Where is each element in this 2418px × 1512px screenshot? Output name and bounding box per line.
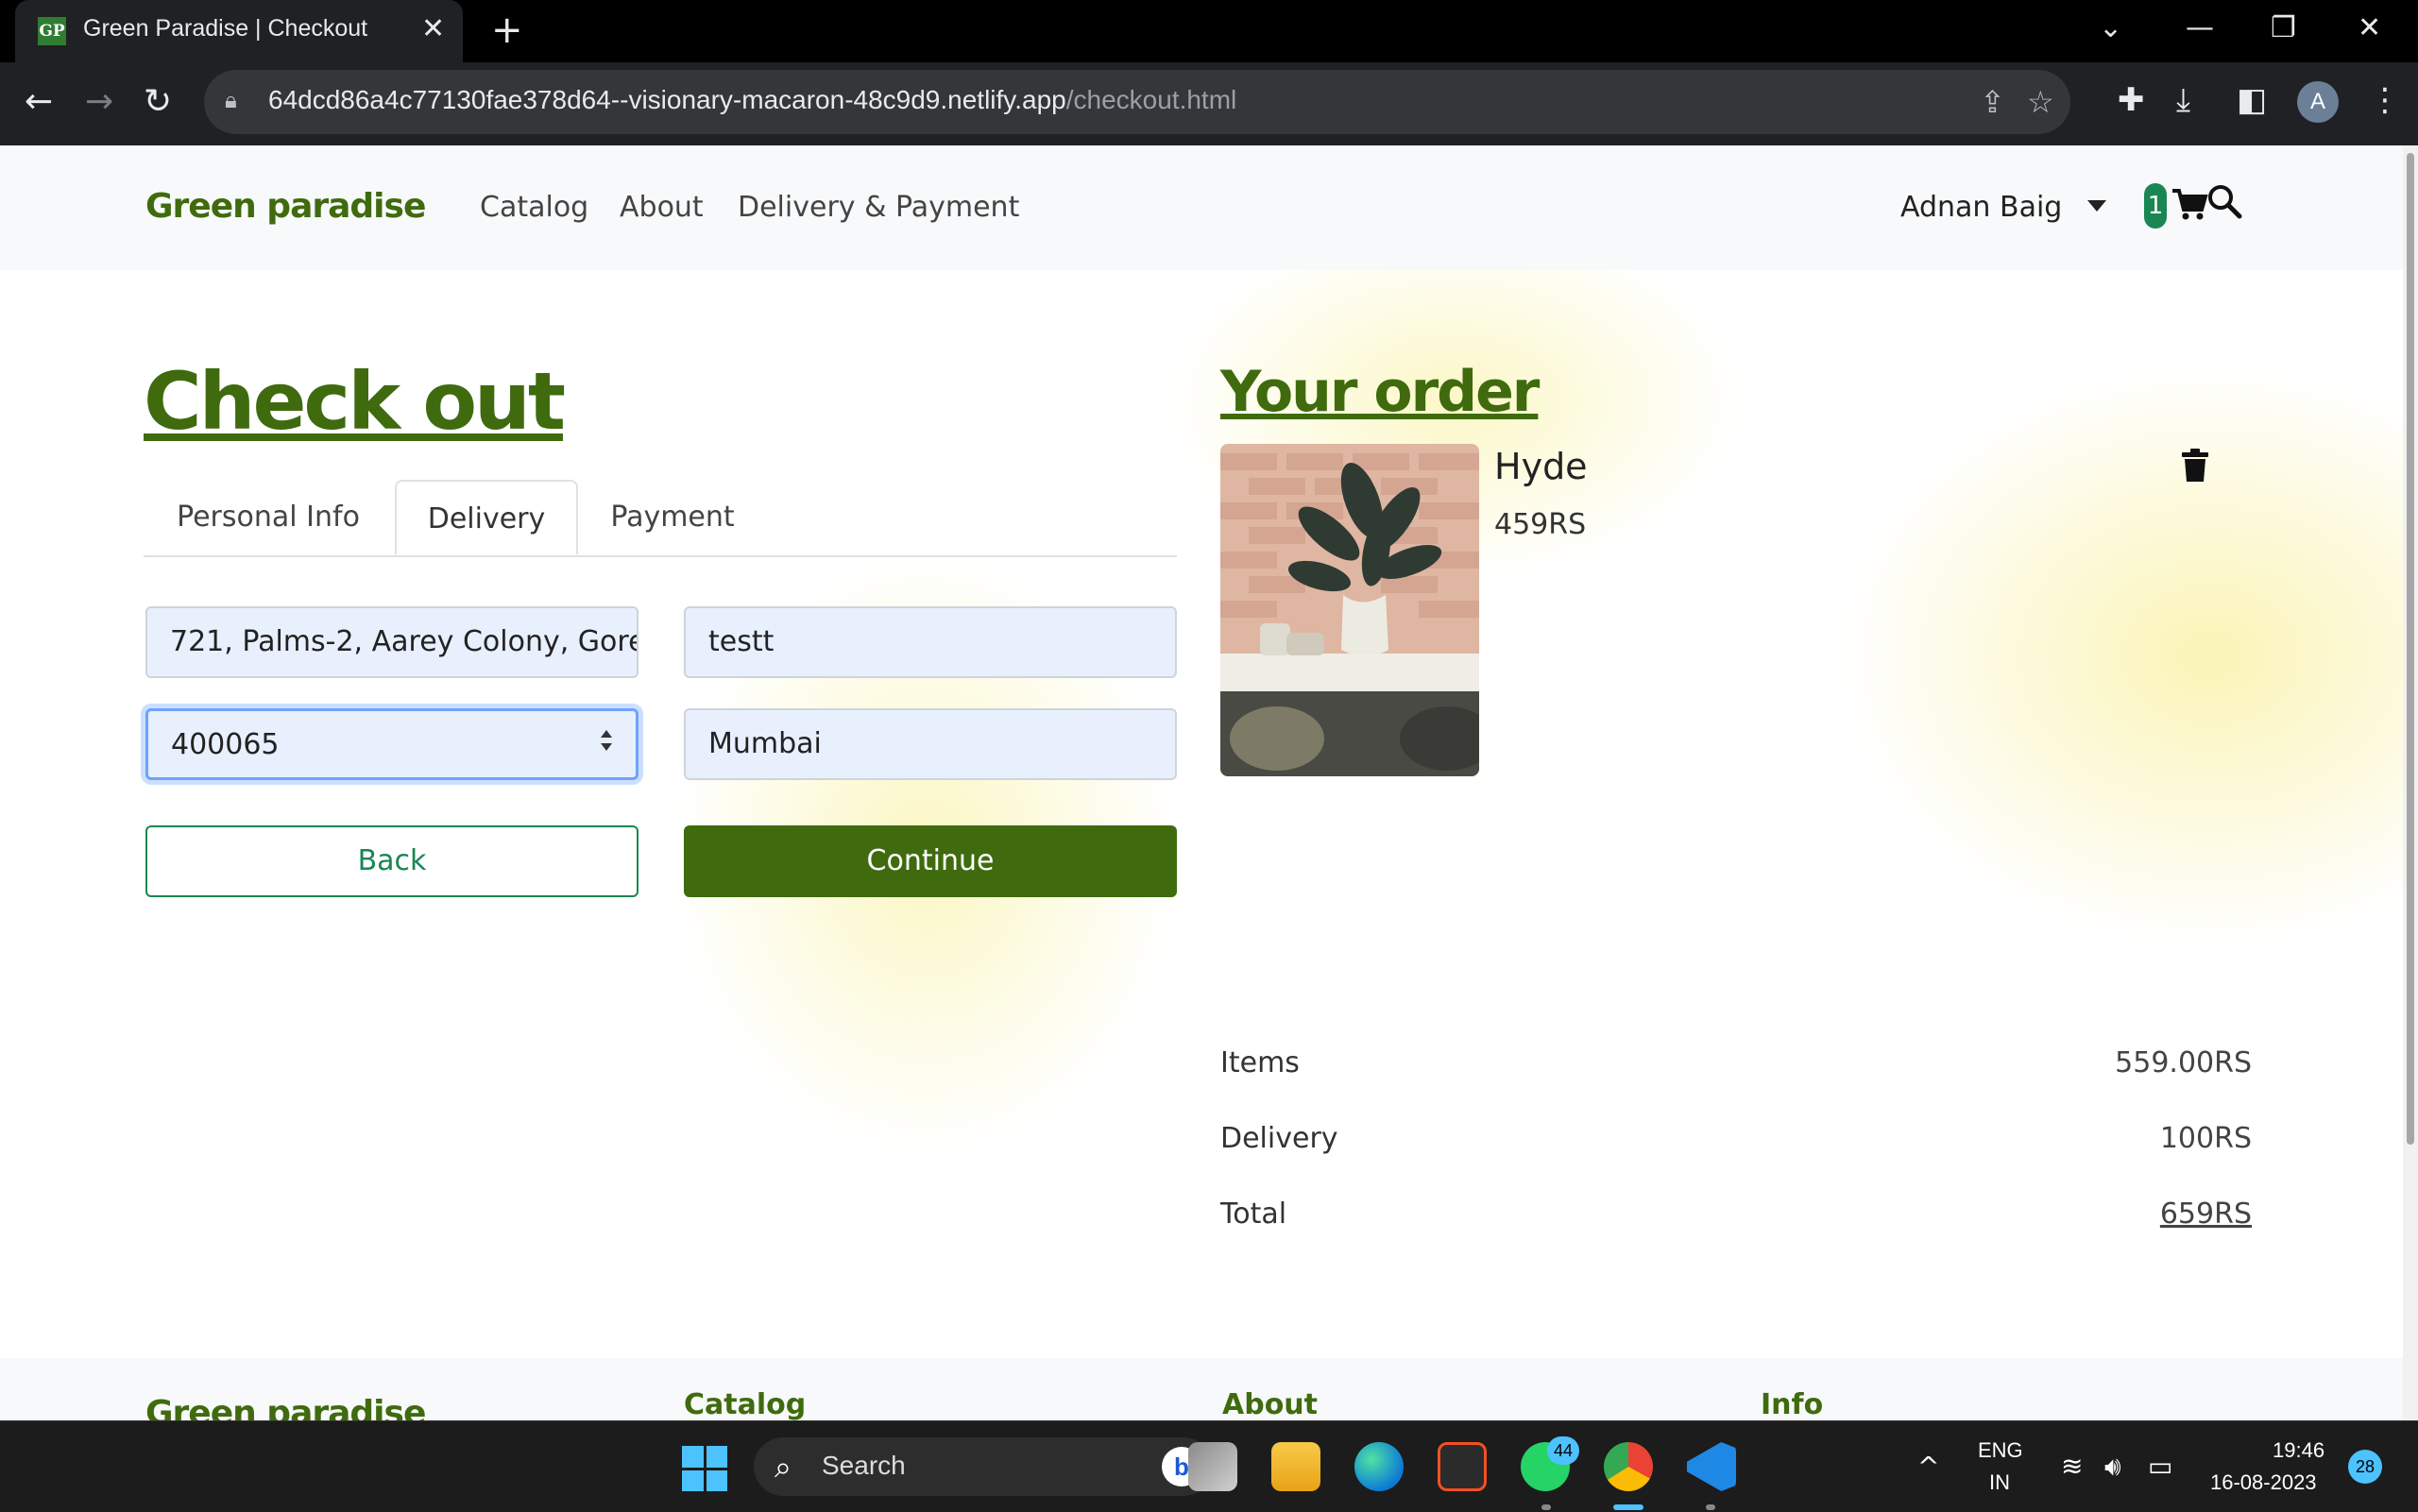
product-price: 459RS: [1494, 508, 1587, 541]
address-field[interactable]: 721, Palms-2, Aarey Colony, Goregaon: [145, 606, 639, 678]
side-panel-icon[interactable]: ◧: [2237, 79, 2267, 121]
dropdown-caret-icon[interactable]: [2087, 200, 2106, 212]
product-image[interactable]: [1220, 444, 1479, 776]
new-tab-icon[interactable]: +: [491, 9, 523, 51]
continue-button[interactable]: Continue: [684, 825, 1177, 897]
close-window-icon[interactable]: ✕: [2358, 11, 2381, 45]
order-title: Your order: [1220, 359, 1540, 425]
tab-title: Green Paradise | Checkout: [83, 15, 368, 42]
summary-total-value: 659RS: [2159, 1198, 2252, 1231]
pincode-field[interactable]: 400065: [145, 708, 639, 780]
site-footer: Green paradise Catalog About Info: [0, 1358, 2403, 1420]
cart-count-badge: 1: [2144, 183, 2167, 229]
site-favicon-icon: GP: [38, 17, 66, 45]
city-field[interactable]: Mumbai: [684, 708, 1177, 780]
tray-chevron-icon[interactable]: ^: [1917, 1450, 1939, 1484]
minimize-icon[interactable]: —: [2186, 11, 2214, 45]
microsoft-store-icon[interactable]: [1438, 1442, 1487, 1491]
taskbar-search-text: Search: [822, 1451, 906, 1480]
battery-icon[interactable]: ▭: [2148, 1450, 2172, 1484]
checkout-tabs: Personal Info Delivery Payment: [144, 480, 1177, 557]
scrollbar-thumb[interactable]: [2407, 153, 2414, 1145]
extensions-icon[interactable]: ✚: [2118, 79, 2145, 121]
nav-about[interactable]: About: [620, 191, 704, 224]
summary-delivery-value: 100RS: [2159, 1122, 2252, 1155]
volume-icon[interactable]: 🔊︎: [2104, 1450, 2121, 1484]
back-arrow-icon[interactable]: ←: [25, 81, 53, 123]
whatsapp-badge: 44: [1547, 1436, 1579, 1465]
pincode-value: 400065: [171, 728, 280, 761]
share-icon[interactable]: ⇪: [1980, 83, 2005, 121]
nav-catalog[interactable]: Catalog: [480, 191, 588, 224]
forward-arrow-icon[interactable]: →: [85, 81, 113, 123]
clock-time[interactable]: 19:46: [2273, 1438, 2324, 1463]
back-button[interactable]: Back: [145, 825, 639, 897]
site-header: Green paradise Catalog About Delivery & …: [0, 145, 2403, 270]
restore-icon[interactable]: ❐: [2271, 11, 2296, 45]
file-explorer-icon[interactable]: [1271, 1442, 1320, 1491]
notification-badge[interactable]: 28: [2348, 1450, 2382, 1484]
chrome-icon[interactable]: [1604, 1442, 1653, 1491]
reload-icon[interactable]: ↻: [144, 81, 172, 123]
cart-icon[interactable]: [2171, 185, 2208, 223]
page-scrollbar[interactable]: [2403, 145, 2418, 1420]
clock-date[interactable]: 16-08-2023: [2210, 1470, 2317, 1495]
task-view-icon[interactable]: [1188, 1442, 1237, 1491]
footer-catalog-heading: Catalog: [684, 1388, 807, 1420]
nav-delivery-payment[interactable]: Delivery & Payment: [738, 191, 1019, 224]
tab-search-chevron-icon[interactable]: ⌄: [2099, 11, 2122, 45]
url-text[interactable]: 64dcd86a4c77130fae378d64--visionary-maca…: [268, 85, 1236, 115]
search-icon[interactable]: [2206, 183, 2242, 219]
summary-items-label: Items: [1220, 1046, 1300, 1079]
browser-tabstrip: GP Green Paradise | Checkout ✕ + ⌄ — ❐ ✕: [0, 0, 2418, 62]
bookmark-star-icon[interactable]: ☆: [2027, 83, 2054, 121]
footer-info-heading: Info: [1761, 1388, 1824, 1420]
tab-delivery[interactable]: Delivery: [395, 480, 578, 555]
vscode-icon[interactable]: [1687, 1442, 1736, 1491]
site-logo[interactable]: Green paradise: [145, 187, 426, 226]
lock-icon: 🔒︎: [225, 87, 237, 113]
menu-dots-icon[interactable]: ⋮: [2369, 79, 2401, 121]
footer-logo[interactable]: Green paradise: [145, 1394, 426, 1420]
browser-tab[interactable]: GP Green Paradise | Checkout ✕: [15, 0, 463, 62]
profile-avatar[interactable]: A: [2297, 81, 2339, 123]
number-stepper-icon[interactable]: [594, 724, 619, 766]
summary-delivery-label: Delivery: [1220, 1122, 1338, 1155]
summary-total-label: Total: [1220, 1198, 1287, 1231]
user-menu[interactable]: Adnan Baig: [1900, 191, 2062, 224]
summary-items-value: 559.00RS: [2115, 1046, 2252, 1079]
product-name: Hyde: [1494, 446, 1588, 487]
edge-icon[interactable]: [1354, 1442, 1404, 1491]
footer-about-heading: About: [1222, 1388, 1319, 1420]
windows-taskbar: ⌕ Search b 44 ^ ENG IN ≋ 🔊︎ ▭ 19:46 16-0…: [0, 1420, 2418, 1512]
start-windows-icon[interactable]: [682, 1446, 727, 1491]
tab-personal-info[interactable]: Personal Info: [144, 480, 393, 555]
taskbar-search-icon: ⌕: [775, 1449, 792, 1485]
language-indicator[interactable]: ENG: [1978, 1438, 2023, 1463]
browser-toolbar: ← → ↻ 🔒︎ 64dcd86a4c77130fae378d64--visio…: [0, 62, 2418, 145]
address-bar[interactable]: 🔒︎ 64dcd86a4c77130fae378d64--visionary-m…: [204, 70, 2070, 134]
page-viewport: Green paradise Catalog About Delivery & …: [0, 145, 2403, 1420]
wifi-icon[interactable]: ≋: [2061, 1450, 2083, 1484]
download-icon[interactable]: ⤓: [2176, 79, 2190, 121]
region-indicator[interactable]: IN: [1989, 1470, 2010, 1495]
tab-close-icon[interactable]: ✕: [421, 12, 445, 46]
page-title: Check out: [144, 355, 566, 448]
taskbar-search[interactable]: ⌕ Search b: [754, 1437, 1213, 1496]
tab-payment[interactable]: Payment: [580, 480, 765, 555]
trash-icon[interactable]: [2180, 448, 2210, 484]
address-line2-field[interactable]: testt: [684, 606, 1177, 678]
